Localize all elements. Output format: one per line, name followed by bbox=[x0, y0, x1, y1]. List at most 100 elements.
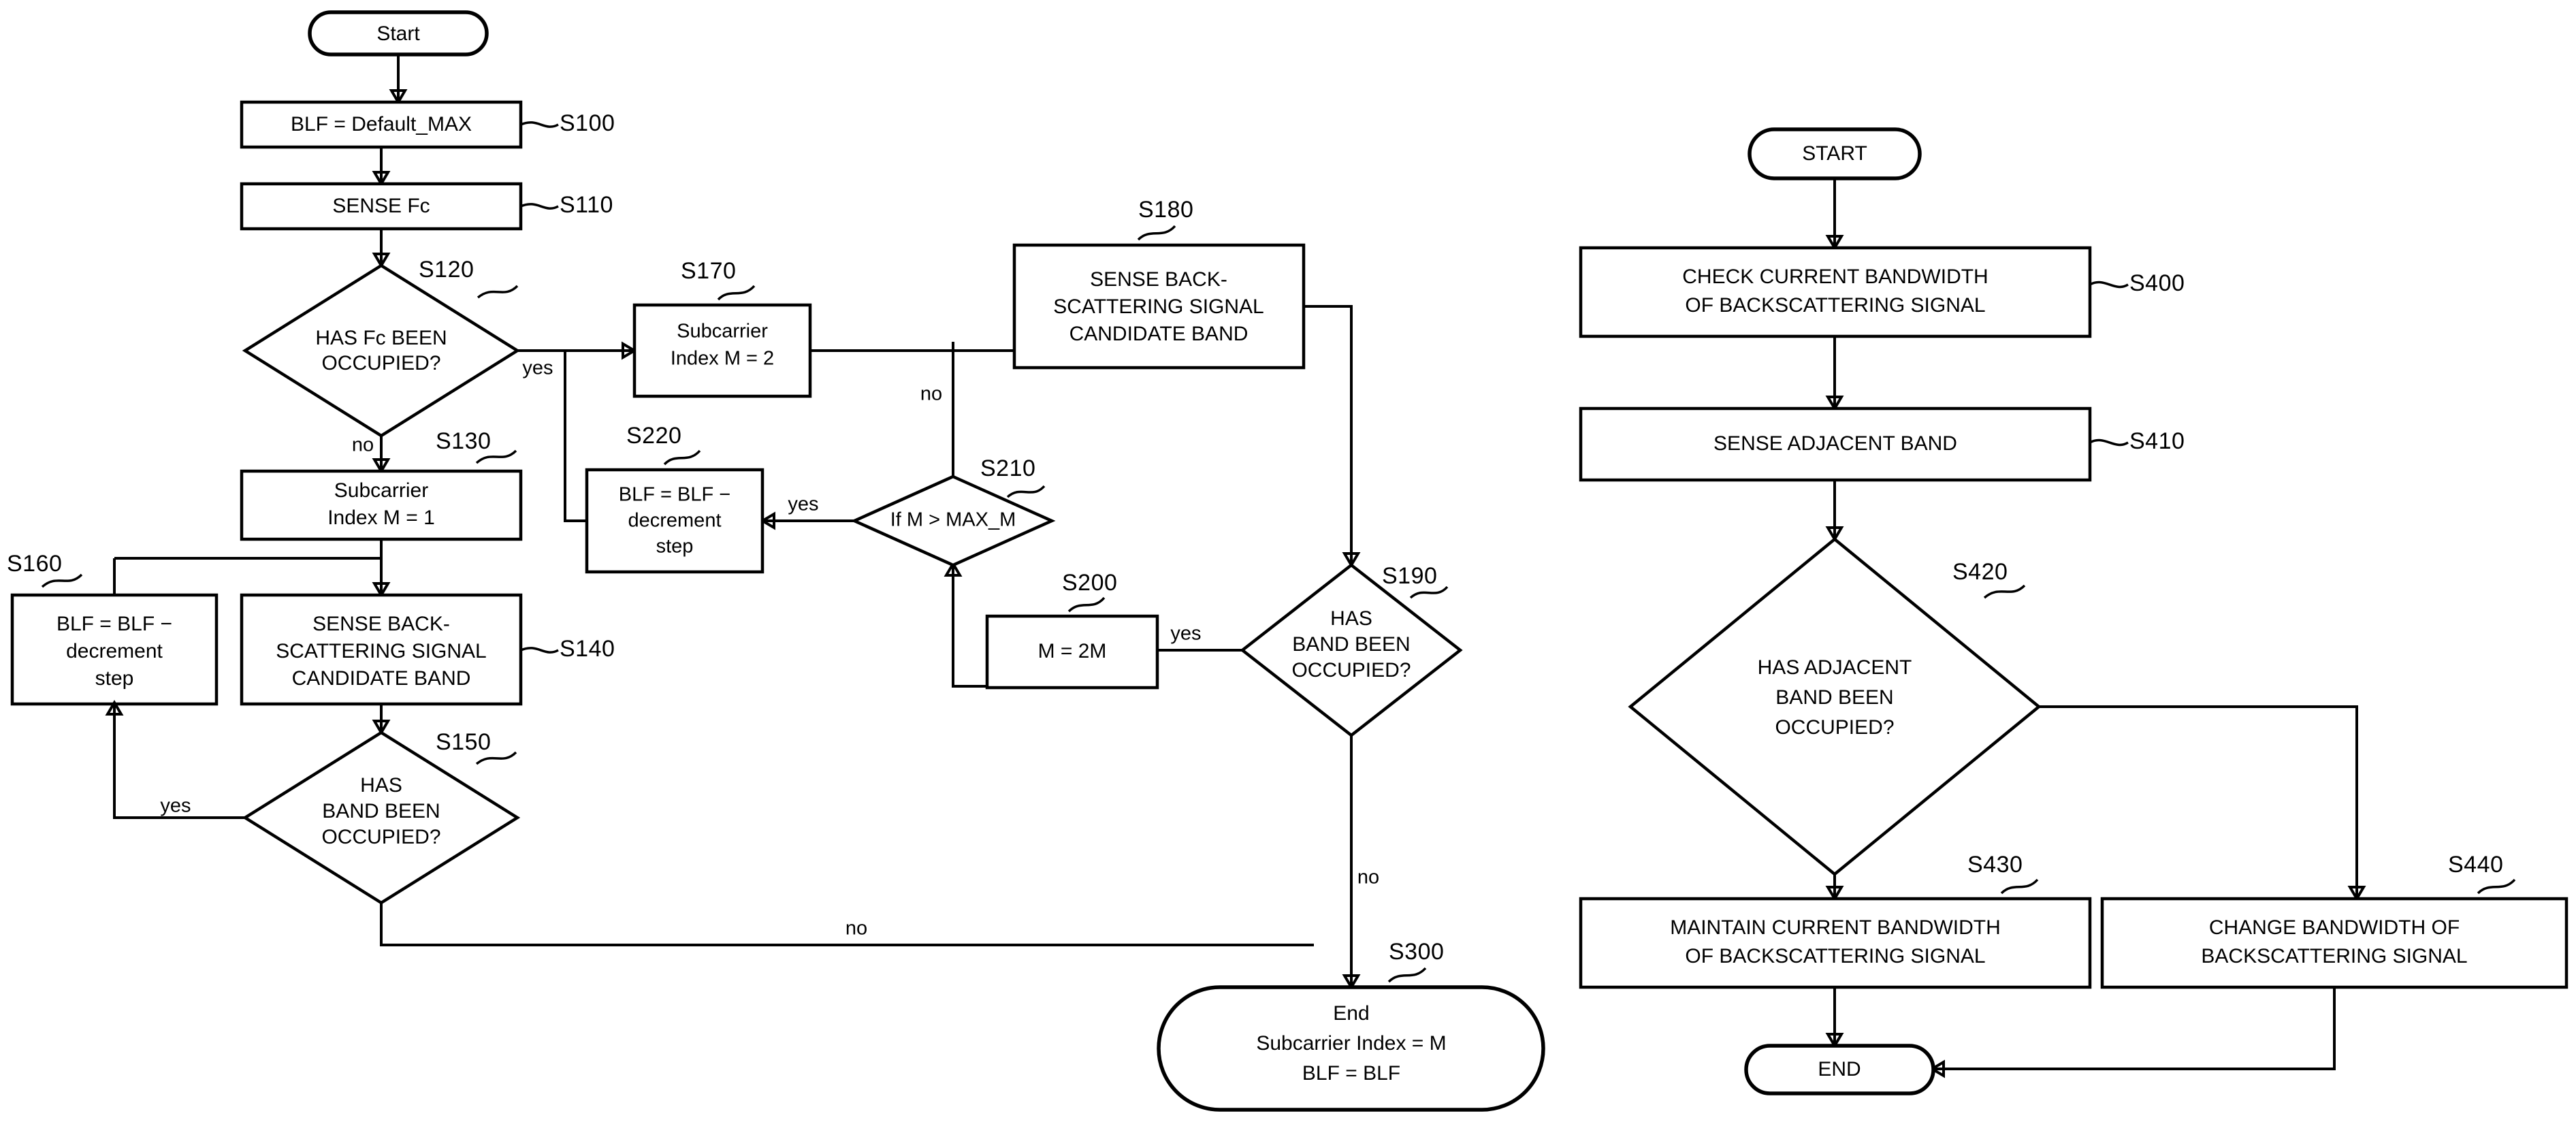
edge-s420-to-s440 bbox=[2039, 705, 2358, 897]
node-start-left: Start bbox=[308, 10, 489, 57]
node-s150: HAS BAND BEEN OCCUPIED? S150 bbox=[242, 729, 521, 905]
s140-ref: S140 bbox=[560, 636, 615, 662]
s430-label-line1: MAINTAIN CURRENT BANDWIDTH bbox=[1670, 916, 2001, 939]
s120-no-label: no bbox=[352, 434, 374, 456]
s120-ref: S120 bbox=[419, 257, 474, 283]
s200-yes-label: yes bbox=[1170, 623, 1201, 645]
s210-label: If M > MAX_M bbox=[890, 509, 1016, 531]
node-s180: SENSE BACK- SCATTERING SIGNAL CANDIDATE … bbox=[1012, 197, 1306, 370]
s400-ref: S400 bbox=[2129, 270, 2185, 296]
s140-leader bbox=[520, 647, 559, 654]
s430-leader bbox=[2000, 878, 2039, 895]
s160-label-line1: BLF = BLF − bbox=[57, 613, 172, 635]
edge-s220-return bbox=[564, 351, 587, 522]
s150-label-line1: HAS bbox=[360, 774, 402, 797]
s300-label-line3: BLF = BLF bbox=[1302, 1062, 1400, 1085]
s100-label: BLF = Default_MAX bbox=[291, 113, 472, 135]
s430-label-line2: OF BACKSCATTERING SIGNAL bbox=[1685, 945, 1985, 967]
s300-label-line1: End bbox=[1333, 1002, 1369, 1025]
s180-leader bbox=[1137, 225, 1176, 241]
s150-label-line3: OCCUPIED? bbox=[321, 826, 440, 848]
node-s120: HAS Fc BEEN OCCUPIED? S120 bbox=[242, 257, 521, 438]
s170-label-line2: Index M = 2 bbox=[671, 348, 774, 370]
s300-label-line2: Subcarrier Index = M bbox=[1256, 1032, 1446, 1055]
node-s200: M = 2M S200 bbox=[985, 570, 1159, 690]
s210-yes-label: yes bbox=[788, 494, 818, 515]
node-s440: CHANGE BANDWIDTH OF BACKSCATTERING SIGNA… bbox=[2100, 852, 2569, 989]
s440-ref: S440 bbox=[2448, 852, 2503, 878]
flowchart-page: Start BLF = Default_MAX S100 SENSE Fc S1… bbox=[0, 0, 2576, 1122]
s420-leader bbox=[1983, 584, 2026, 599]
s180-ref: S180 bbox=[1138, 197, 1193, 223]
node-start-right: START bbox=[1748, 127, 1922, 180]
s200-label: M = 2M bbox=[1038, 640, 1107, 662]
edge-s170-to-junction bbox=[810, 342, 954, 352]
s100-ref: S100 bbox=[560, 110, 615, 136]
s400-label-line2: OF BACKSCATTERING SIGNAL bbox=[1685, 294, 1985, 317]
s160-label-line3: step bbox=[95, 667, 134, 690]
node-s170: Subcarrier Index M = 2 S170 bbox=[632, 258, 812, 398]
flowchart-svg: Start BLF = Default_MAX S100 SENSE Fc S1… bbox=[7, 10, 2569, 1112]
s120-label-line1: HAS Fc BEEN bbox=[315, 327, 447, 349]
s220-label-line1: BLF = BLF − bbox=[619, 484, 730, 506]
s150-label-line2: BAND BEEN bbox=[322, 800, 440, 822]
s220-ref: S220 bbox=[626, 423, 681, 449]
s100-leader bbox=[520, 121, 559, 128]
s420-label-line3: OCCUPIED? bbox=[1775, 716, 1894, 739]
s220-label-line2: decrement bbox=[628, 510, 721, 532]
s110-ref: S110 bbox=[560, 192, 613, 218]
s400-leader bbox=[2089, 280, 2129, 289]
s160-label-line2: decrement bbox=[66, 640, 163, 662]
s150-no-label: no bbox=[846, 918, 867, 940]
s180-label-line2: SCATTERING SIGNAL bbox=[1053, 295, 1264, 318]
s130-ref: S130 bbox=[436, 428, 491, 454]
end-right-label: END bbox=[1818, 1058, 1861, 1080]
s200-leader bbox=[1067, 596, 1106, 613]
node-s400: CHECK CURRENT BANDWIDTH OF BACKSCATTERIN… bbox=[1579, 246, 2185, 338]
s120-label-line2: OCCUPIED? bbox=[321, 352, 440, 374]
s180-label-line3: CANDIDATE BAND bbox=[1069, 323, 1249, 345]
s220-label-line3: step bbox=[656, 536, 694, 558]
node-s420: HAS ADJACENT BAND BEEN OCCUPIED? S420 bbox=[1628, 537, 2042, 876]
node-s410: SENSE ADJACENT BAND S410 bbox=[1579, 406, 2185, 482]
s210-no-label: no bbox=[920, 383, 942, 405]
s190-ref: S190 bbox=[1382, 563, 1437, 589]
s110-label: SENSE Fc bbox=[332, 195, 430, 217]
s170-leader bbox=[717, 285, 756, 301]
s440-leader bbox=[2477, 878, 2516, 895]
s170-ref: S170 bbox=[681, 258, 736, 284]
s410-leader bbox=[2089, 438, 2129, 447]
s300-ref: S300 bbox=[1389, 939, 1444, 965]
s150-ref: S150 bbox=[436, 729, 491, 755]
edge-s180-to-s190 bbox=[1304, 305, 1353, 564]
s420-label-line2: BAND BEEN bbox=[1775, 686, 1893, 709]
s130-label-line2: Index M = 1 bbox=[327, 507, 435, 529]
node-s100: BLF = Default_MAX S100 bbox=[240, 100, 615, 149]
s410-label: SENSE ADJACENT BAND bbox=[1713, 432, 1957, 455]
s440-label-line2: BACKSCATTERING SIGNAL bbox=[2201, 945, 2467, 967]
s430-box bbox=[1579, 897, 2092, 989]
s440-box bbox=[2100, 897, 2569, 989]
s410-ref: S410 bbox=[2129, 428, 2185, 454]
node-s160: BLF = BLF − decrement step S160 bbox=[7, 551, 219, 706]
s420-ref: S420 bbox=[1952, 559, 2008, 585]
start-label: Start bbox=[376, 22, 420, 45]
s140-label-line1: SENSE BACK- bbox=[312, 613, 450, 635]
s200-ref: S200 bbox=[1062, 570, 1117, 596]
s190-label-line1: HAS bbox=[1330, 607, 1372, 630]
s120-diamond bbox=[242, 263, 521, 438]
s210-leader bbox=[1006, 485, 1046, 498]
node-s190: HAS BAND BEEN OCCUPIED? S190 bbox=[1240, 563, 1463, 737]
edge-s440-to-end bbox=[1933, 987, 2336, 1070]
s210-ref: S210 bbox=[980, 455, 1035, 481]
s220-leader bbox=[663, 449, 701, 466]
node-end-right: END bbox=[1744, 1044, 1935, 1095]
s190-label-line3: OCCUPIED? bbox=[1291, 659, 1411, 682]
s120-yes-label: yes bbox=[522, 357, 553, 379]
s180-label-line1: SENSE BACK- bbox=[1090, 268, 1227, 291]
s190-no-label: no bbox=[1357, 867, 1379, 888]
s140-label-line3: CANDIDATE BAND bbox=[292, 667, 471, 690]
s430-ref: S430 bbox=[1967, 852, 2023, 878]
s190-label-line2: BAND BEEN bbox=[1292, 633, 1410, 656]
s120-leader bbox=[477, 285, 519, 299]
